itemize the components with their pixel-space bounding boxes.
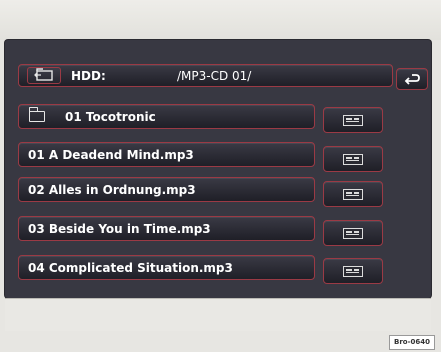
folder-up-button[interactable] (27, 67, 61, 84)
options-icon (343, 153, 363, 165)
options-icon (343, 227, 363, 239)
list-item-options-button[interactable] (323, 181, 383, 207)
media-browser-screen: HDD: /MP3-CD 01/ 01 Tocotronic 01 A Dead… (5, 40, 431, 298)
current-path: /MP3-CD 01/ (177, 69, 252, 83)
back-arrow-icon (404, 74, 420, 85)
list-item-label: 02 Alles in Ordnung.mp3 (28, 182, 196, 197)
list-item[interactable]: 02 Alles in Ordnung.mp3 (18, 177, 315, 202)
back-button[interactable] (396, 68, 428, 90)
list-item-options-button[interactable] (323, 258, 383, 284)
list-item-label: 01 Tocotronic (65, 109, 156, 124)
header-bar: HDD: /MP3-CD 01/ (18, 64, 393, 87)
options-icon (343, 265, 363, 277)
drive-label: HDD: (71, 69, 106, 83)
folder-icon (28, 107, 45, 122)
list-item-options-button[interactable] (323, 220, 383, 246)
options-icon (343, 188, 363, 200)
list-item-folder[interactable]: 01 Tocotronic (18, 104, 315, 129)
list-item-options-button[interactable] (323, 146, 383, 172)
screen-bottom-bar (5, 298, 431, 331)
list-item-label: 03 Beside You in Time.mp3 (28, 221, 211, 236)
page-background (0, 0, 441, 40)
list-item-label: 01 A Deadend Mind.mp3 (28, 147, 194, 162)
list-item-options-button[interactable] (323, 107, 383, 133)
list-item-label: 04 Complicated Situation.mp3 (28, 260, 233, 275)
folder-up-icon (34, 68, 53, 81)
list-item[interactable]: 03 Beside You in Time.mp3 (18, 216, 315, 241)
figure-caption: Bro-0640 (389, 335, 435, 350)
list-item[interactable]: 01 A Deadend Mind.mp3 (18, 142, 315, 167)
options-icon (343, 114, 363, 126)
list-item[interactable]: 04 Complicated Situation.mp3 (18, 255, 315, 280)
